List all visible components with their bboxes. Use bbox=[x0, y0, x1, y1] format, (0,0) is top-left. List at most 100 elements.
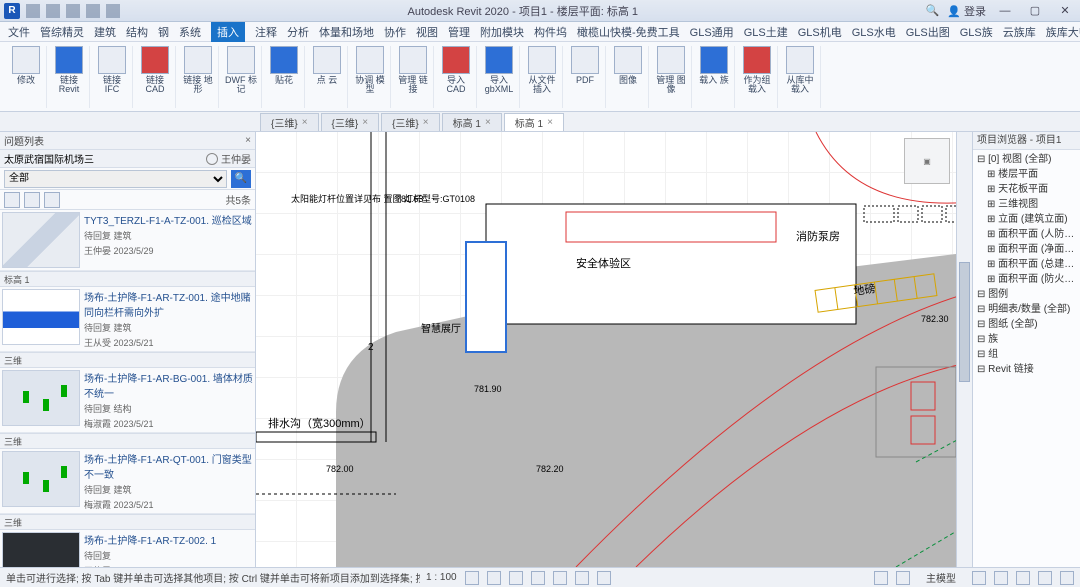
sun-path-icon[interactable] bbox=[509, 571, 523, 585]
tab-close-icon[interactable]: × bbox=[423, 117, 429, 128]
select-pinned-icon[interactable] bbox=[994, 571, 1008, 585]
issue-item[interactable]: 场布-土护降-F1-AR-QT-001. 门窗类型不一致待回复 建筑梅淑霞 20… bbox=[0, 449, 255, 514]
menu-tab[interactable]: 视图 bbox=[416, 24, 438, 40]
ribbon-button[interactable]: 贴花 bbox=[267, 46, 301, 85]
ribbon-button[interactable]: 协调 模型 bbox=[353, 46, 387, 94]
qat-open-icon[interactable] bbox=[26, 4, 40, 18]
tree-node[interactable]: ⊟ 明细表/数量 (全部) bbox=[977, 302, 1076, 317]
ribbon-button[interactable]: 从文件 插入 bbox=[525, 46, 559, 94]
tree-node[interactable]: ⊞ 天花板平面 bbox=[977, 182, 1076, 197]
tree-node[interactable]: ⊞ 面积平面 (净面积) bbox=[977, 242, 1076, 257]
drawing-canvas[interactable]: 太阳能灯杆位置详见布 置图 灯杆型号:GT0108 781.63 781.90 … bbox=[256, 132, 972, 567]
project-browser-tree[interactable]: ⊟ [0] 视图 (全部)⊞ 楼层平面⊞ 天花板平面⊞ 三维视图⊞ 立面 (建筑… bbox=[973, 150, 1080, 379]
ribbon-button[interactable]: DWF 标记 bbox=[224, 46, 258, 94]
tree-node[interactable]: ⊞ 面积平面 (总建筑面积 bbox=[977, 257, 1076, 272]
menu-tab[interactable]: 结构 bbox=[126, 24, 148, 40]
issue-item[interactable]: 场布-土护降-F1-AR-BG-001. 墙体材质不统一待回复 结构梅淑霞 20… bbox=[0, 368, 255, 433]
view-control-bar[interactable]: 1 : 100 bbox=[420, 571, 617, 585]
menu-tab[interactable]: 建筑 bbox=[94, 24, 116, 40]
ribbon-button[interactable]: 作为组 载入 bbox=[740, 46, 774, 94]
hide-isolate-icon[interactable] bbox=[597, 571, 611, 585]
canvas-vertical-scrollbar[interactable] bbox=[956, 132, 972, 567]
qat-redo-icon[interactable] bbox=[86, 4, 100, 18]
issue-new-icon[interactable] bbox=[4, 192, 20, 208]
tree-node[interactable]: ⊞ 面积平面 (人防分区面 bbox=[977, 227, 1076, 242]
menu-tab[interactable]: 构件坞 bbox=[534, 24, 567, 40]
select-links-icon[interactable] bbox=[972, 571, 986, 585]
qat-print-icon[interactable] bbox=[106, 4, 120, 18]
view-tab[interactable]: 标高 1× bbox=[504, 113, 564, 131]
menu-tab[interactable]: GLS水电 bbox=[852, 24, 896, 40]
ribbon-button[interactable]: 载入 族 bbox=[697, 46, 731, 85]
menu-tab[interactable]: 系统 bbox=[179, 24, 201, 40]
qat-save-icon[interactable] bbox=[46, 4, 60, 18]
issue-item[interactable]: TYT3_TERZL-F1-A-TZ-001. 巡检区域待回复 建筑王仲晏 20… bbox=[0, 210, 255, 271]
issue-item[interactable]: 场布-土护降-F1-AR-TZ-002. 1待回复王仲晏 2023/5/21 bbox=[0, 530, 255, 567]
design-options-icon[interactable] bbox=[896, 571, 910, 585]
issue-search-button[interactable]: 🔍 bbox=[231, 170, 251, 188]
tree-node[interactable]: ⊞ 面积平面 (防火分区面 bbox=[977, 272, 1076, 287]
menu-tab[interactable]: 协作 bbox=[384, 24, 406, 40]
tree-node[interactable]: ⊞ 楼层平面 bbox=[977, 167, 1076, 182]
issues-panel-close-icon[interactable]: × bbox=[245, 135, 251, 146]
window-restore-icon[interactable]: ▢ bbox=[1024, 4, 1046, 17]
view-scale[interactable]: 1 : 100 bbox=[426, 572, 457, 583]
detail-level-icon[interactable] bbox=[465, 571, 479, 585]
ribbon-button[interactable]: 链接 IFC bbox=[95, 46, 129, 94]
tree-node[interactable]: ⊟ 组 bbox=[977, 347, 1076, 362]
menu-tab[interactable]: GLS土建 bbox=[744, 24, 788, 40]
ribbon-button[interactable]: 导入 gbXML bbox=[482, 46, 516, 94]
menu-tab[interactable]: GLS通用 bbox=[690, 24, 734, 40]
visual-style-icon[interactable] bbox=[487, 571, 501, 585]
quick-access-toolbar[interactable] bbox=[26, 4, 120, 18]
menu-tab[interactable]: 云族库 bbox=[1003, 24, 1036, 40]
tab-close-icon[interactable]: × bbox=[485, 117, 491, 128]
search-icon[interactable]: 🔍 bbox=[926, 4, 940, 17]
tree-node[interactable]: ⊟ 图例 bbox=[977, 287, 1076, 302]
window-minimize-icon[interactable]: — bbox=[994, 5, 1016, 17]
floor-plan[interactable]: 太阳能灯杆位置详见布 置图 灯杆型号:GT0108 781.63 781.90 … bbox=[256, 132, 972, 567]
user-login[interactable]: 👤 登录 bbox=[947, 3, 986, 19]
tree-node[interactable]: ⊟ Revit 链接 bbox=[977, 362, 1076, 377]
ribbon-button[interactable]: 链接 Revit bbox=[52, 46, 86, 94]
ribbon-tabs[interactable]: 文件管综精灵建筑结构钢系统插入注释分析体量和场地协作视图管理附加模块构件坞橄榄山… bbox=[0, 22, 1080, 42]
menu-tab[interactable]: 橄榄山快模-免费工具 bbox=[577, 24, 680, 40]
ribbon-button[interactable]: 链接 地形 bbox=[181, 46, 215, 94]
drag-elements-icon[interactable] bbox=[1038, 571, 1052, 585]
workset-icon[interactable] bbox=[874, 571, 888, 585]
tab-close-icon[interactable]: × bbox=[302, 117, 308, 128]
ribbon-button[interactable]: 图像 bbox=[611, 46, 645, 85]
tab-close-icon[interactable]: × bbox=[547, 117, 553, 128]
tree-node[interactable]: ⊟ [0] 视图 (全部) bbox=[977, 152, 1076, 167]
issue-item[interactable]: 场布-土护降-F1-AR-TZ-001. 途中地赌同向栏杆需向外扩待回复 建筑王… bbox=[0, 287, 255, 352]
menu-tab[interactable]: 管理 bbox=[448, 24, 470, 40]
ribbon-button[interactable]: 修改 bbox=[9, 46, 43, 85]
crop-view-icon[interactable] bbox=[553, 571, 567, 585]
shadows-icon[interactable] bbox=[531, 571, 545, 585]
ribbon-button[interactable]: 导入 CAD bbox=[439, 46, 473, 94]
ribbon-button[interactable]: PDF bbox=[568, 46, 602, 85]
project-name[interactable]: 太原武宿国际机场三 bbox=[4, 151, 94, 166]
view-tab[interactable]: 标高 1× bbox=[442, 113, 502, 131]
view-cube[interactable]: ▣ bbox=[904, 138, 950, 184]
active-model[interactable]: 主模型 bbox=[918, 570, 964, 585]
menu-tab[interactable]: 文件 bbox=[8, 24, 30, 40]
current-user[interactable]: 王仲晏 bbox=[206, 151, 251, 166]
ribbon-button[interactable]: 管理 图像 bbox=[654, 46, 688, 94]
menu-tab[interactable]: 钢 bbox=[158, 24, 169, 40]
menu-tab[interactable]: 体量和场地 bbox=[319, 24, 374, 40]
filter-icon[interactable] bbox=[1060, 571, 1074, 585]
tab-close-icon[interactable]: × bbox=[362, 117, 368, 128]
menu-tab[interactable]: 注释 bbox=[255, 24, 277, 40]
tree-node[interactable]: ⊞ 立面 (建筑立面) bbox=[977, 212, 1076, 227]
view-tab[interactable]: {三维}× bbox=[321, 113, 380, 131]
menu-tab[interactable]: 分析 bbox=[287, 24, 309, 40]
ribbon-button[interactable]: 链接 CAD bbox=[138, 46, 172, 94]
menu-tab[interactable]: GLS机电 bbox=[798, 24, 842, 40]
crop-region-icon[interactable] bbox=[575, 571, 589, 585]
tree-node[interactable]: ⊞ 三维视图 bbox=[977, 197, 1076, 212]
view-tab-bar[interactable]: {三维}×{三维}×{三维}×标高 1×标高 1× bbox=[0, 112, 1080, 132]
issue-filter-select[interactable]: 全部 bbox=[4, 170, 227, 188]
window-close-icon[interactable]: ✕ bbox=[1054, 4, 1076, 17]
view-tab[interactable]: {三维}× bbox=[381, 113, 440, 131]
